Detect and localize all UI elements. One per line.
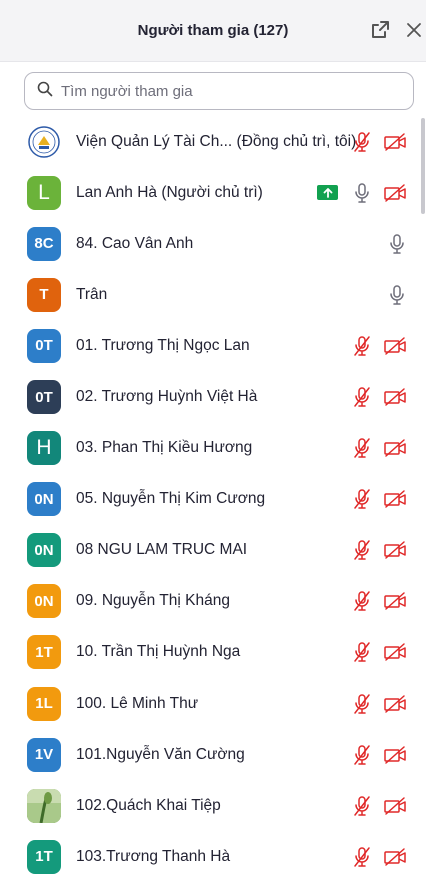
participant-row[interactable]: 1T 10. Trần Thị Huỳnh Nga [0, 627, 426, 678]
mic-muted-icon[interactable] [351, 488, 373, 510]
popout-icon[interactable] [369, 19, 391, 41]
scrollbar[interactable] [421, 118, 425, 214]
participant-name: 101.Nguyễn Văn Cường [76, 745, 245, 763]
screen-share-icon [317, 185, 338, 201]
participant-name: 01. Trương Thị Ngọc Lan [76, 336, 250, 354]
participant-name: 102.Quách Khai Tiệp [76, 796, 221, 814]
participant-row[interactable]: L Lan Anh Hà (Người chủ trì) [0, 167, 426, 218]
search-icon [37, 81, 53, 102]
participant-row[interactable]: 0T 01. Trương Thị Ngọc Lan [0, 320, 426, 371]
search-input[interactable] [59, 81, 393, 101]
mic-muted-icon[interactable] [351, 744, 373, 766]
mic-icon[interactable] [386, 284, 408, 306]
avatar: H [27, 431, 61, 466]
participant-row[interactable]: 8C 84. Cao Vân Anh [0, 218, 426, 269]
avatar [27, 788, 61, 823]
participant-name: Trân [76, 285, 108, 303]
mic-muted-icon[interactable] [351, 846, 373, 868]
video-off-icon[interactable] [382, 131, 408, 153]
avatar: 0N [27, 533, 61, 568]
mic-icon[interactable] [351, 182, 373, 204]
participant-row[interactable]: 1V 101.Nguyễn Văn Cường [0, 729, 426, 780]
avatar: T [27, 277, 61, 312]
participant-name: Lan Anh Hà (Người chủ trì) [76, 183, 263, 201]
video-off-icon[interactable] [382, 693, 408, 715]
participant-name: 100. Lê Minh Thư [76, 694, 199, 712]
participant-row[interactable]: 1T 103.Trương Thanh Hà [0, 831, 426, 882]
video-off-icon[interactable] [382, 437, 408, 459]
participant-name: 84. Cao Vân Anh [76, 234, 194, 252]
participant-name: 05. Nguyễn Thị Kim Cương [76, 490, 266, 508]
mic-muted-icon[interactable] [351, 641, 373, 663]
avatar: 0N [27, 482, 61, 517]
avatar: L [27, 175, 61, 210]
participant-row[interactable]: 102.Quách Khai Tiệp [0, 780, 426, 831]
video-off-icon[interactable] [382, 641, 408, 663]
participant-list: Viện Quản Lý Tài Ch... (Đồng chủ trì, tô… [0, 116, 426, 882]
close-icon[interactable] [403, 19, 425, 41]
participant-name: Viện Quản Lý Tài Ch... (Đồng chủ trì, tô… [76, 132, 357, 150]
mic-muted-icon[interactable] [351, 386, 373, 408]
participant-name: 09. Nguyễn Thị Kháng [76, 592, 230, 610]
avatar [27, 124, 61, 159]
participant-row[interactable]: 0N 05. Nguyễn Thị Kim Cương [0, 474, 426, 525]
mic-muted-icon[interactable] [351, 335, 373, 357]
participant-row[interactable]: 0N 08 NGU LAM TRUC MAI [0, 525, 426, 576]
video-off-icon[interactable] [382, 846, 408, 868]
video-off-icon[interactable] [382, 386, 408, 408]
participant-row[interactable]: H 03. Phan Thị Kiều Hương [0, 423, 426, 474]
video-off-icon[interactable] [382, 744, 408, 766]
video-off-icon[interactable] [382, 795, 408, 817]
panel-header: Người tham gia (127) [0, 0, 426, 62]
participant-name: 08 NGU LAM TRUC MAI [76, 541, 248, 559]
mic-muted-icon[interactable] [351, 693, 373, 715]
mic-muted-icon[interactable] [351, 590, 373, 612]
mic-muted-icon[interactable] [351, 131, 373, 153]
participant-name: 10. Trần Thị Huỳnh Nga [76, 643, 241, 661]
participant-row[interactable]: 0T 02. Trương Huỳnh Việt Hà [0, 371, 426, 422]
video-off-icon[interactable] [382, 335, 408, 357]
participant-row[interactable]: Viện Quản Lý Tài Ch... (Đồng chủ trì, tô… [0, 116, 426, 167]
video-off-icon[interactable] [382, 182, 408, 204]
participant-row[interactable]: 1L 100. Lê Minh Thư [0, 678, 426, 729]
mic-muted-icon[interactable] [351, 539, 373, 561]
video-off-icon[interactable] [382, 488, 408, 510]
mic-muted-icon[interactable] [351, 437, 373, 459]
participant-row[interactable]: T Trân [0, 269, 426, 320]
mic-muted-icon[interactable] [351, 795, 373, 817]
avatar: 1T [27, 839, 61, 874]
participant-name: 03. Phan Thị Kiều Hương [76, 439, 253, 457]
avatar: 0T [27, 328, 61, 363]
video-off-icon[interactable] [382, 539, 408, 561]
avatar: 1L [27, 686, 61, 721]
participant-name: 02. Trương Huỳnh Việt Hà [76, 388, 258, 406]
panel-title: Người tham gia (127) [137, 22, 289, 39]
avatar: 8C [27, 226, 61, 261]
avatar: 0T [27, 380, 61, 415]
avatar: 1T [27, 635, 61, 670]
participant-name: 103.Trương Thanh Hà [76, 847, 231, 865]
video-off-icon[interactable] [382, 590, 408, 612]
avatar: 0N [27, 584, 61, 619]
search-box[interactable] [24, 72, 414, 110]
mic-icon[interactable] [386, 233, 408, 255]
participant-row[interactable]: 0N 09. Nguyễn Thị Kháng [0, 576, 426, 627]
avatar: 1V [27, 737, 61, 772]
